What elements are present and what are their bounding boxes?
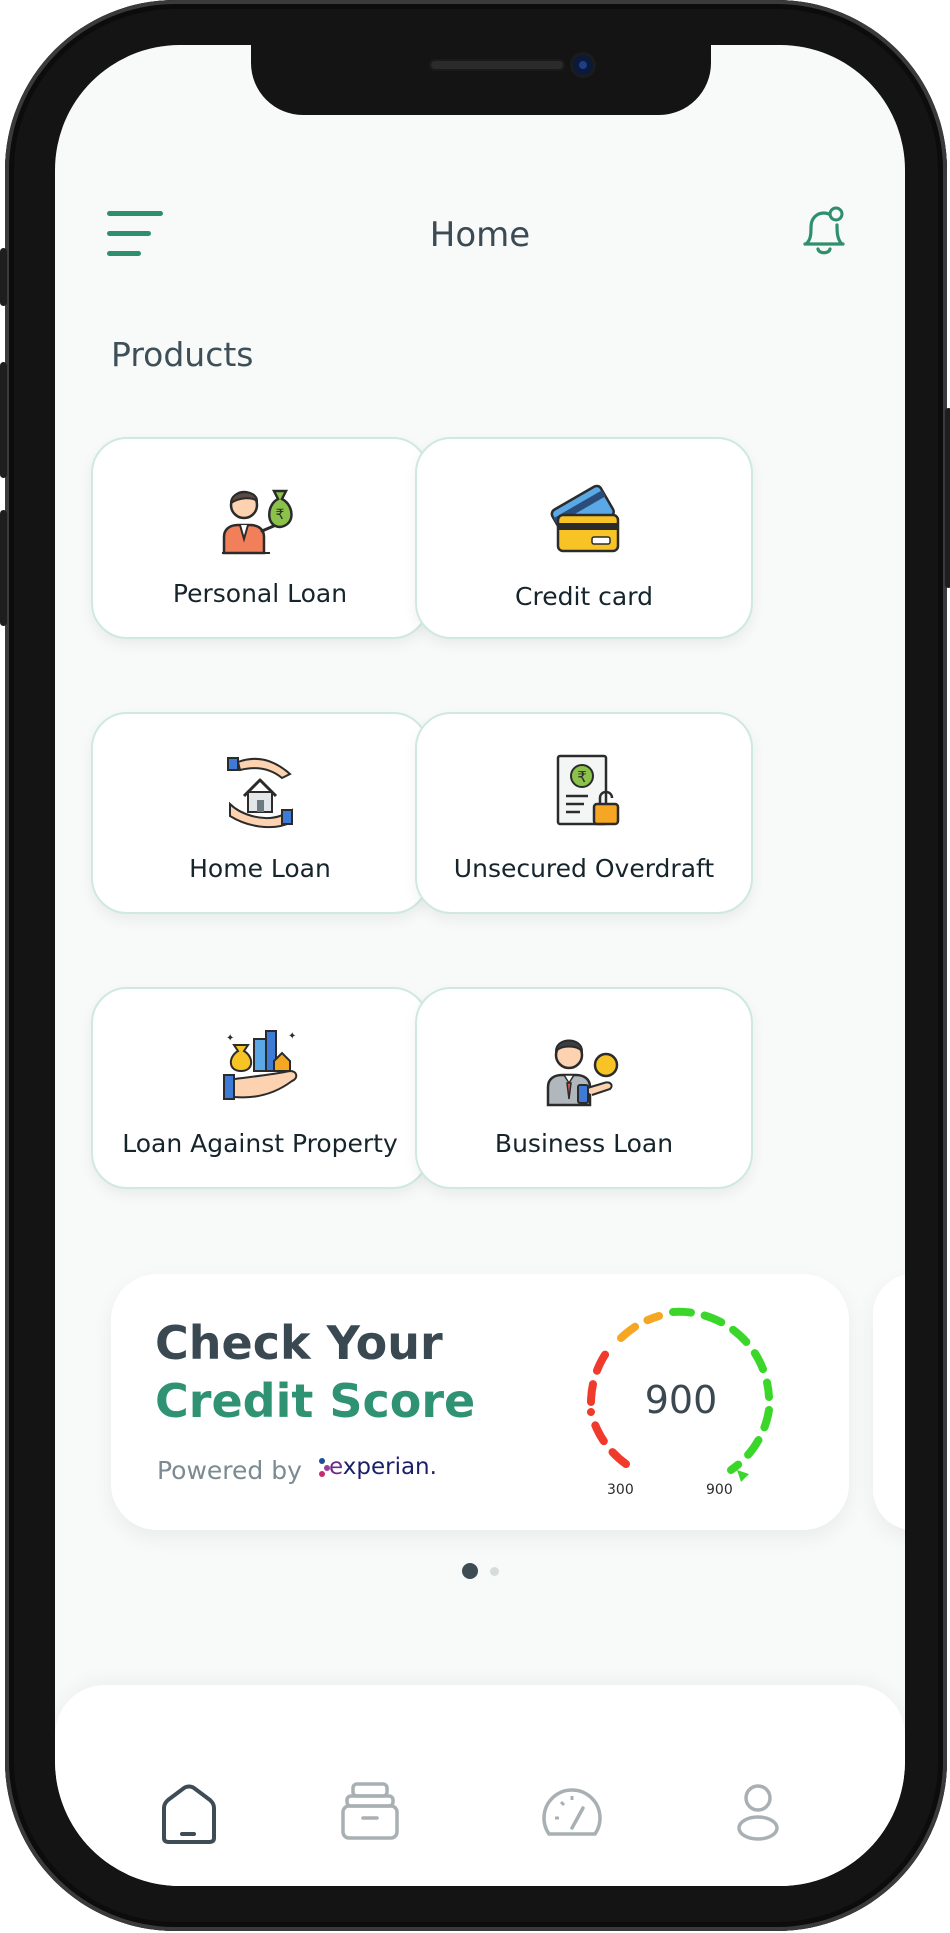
svg-text:✦: ✦ [288,1031,296,1042]
products-tray-icon [341,1782,399,1840]
overdraft-icon: ₹ [544,752,624,832]
powered-by-label: Powered by [157,1456,302,1485]
product-card-personal-loan[interactable]: ₹ Personal Loan [91,437,429,639]
home-icon [162,1784,216,1844]
product-label: Business Loan [494,1129,674,1158]
front-camera [573,55,593,75]
credit-score-title-line1: Check Your [155,1316,443,1370]
credit-score-value: 900 [644,1378,718,1422]
logo-dot [324,1464,330,1471]
product-card-loan-against-property[interactable]: ✦ ✦ Loan Against Property [91,987,429,1189]
logo-dot [319,1457,325,1464]
speedometer-icon [542,1788,602,1836]
business-loan-icon [544,1027,624,1107]
page-title: Home [429,215,531,255]
nav-profile[interactable] [723,1778,793,1848]
mute-switch [0,248,7,306]
phone-frame: Home Products ₹ Personal Loan Credit car… [0,0,950,1931]
svg-text:₹: ₹ [276,507,285,523]
profile-icon [737,1784,779,1841]
product-label: Credit card [515,582,653,611]
volume-up-button [0,362,7,478]
experian-logo: experian. [319,1454,437,1480]
carousel-indicator [55,1563,905,1579]
product-label: Personal Loan [172,579,348,608]
personal-loan-icon: ₹ [220,477,300,557]
gauge-min-label: 300 [607,1482,634,1498]
earpiece-speaker [429,59,565,71]
logo-dot [319,1470,325,1477]
credit-score-card[interactable]: Check Your Credit Score Powered by exper… [111,1274,849,1530]
product-card-unsecured-overdraft[interactable]: ₹ Unsecured Overdraft [415,712,753,914]
nav-credit-score[interactable] [537,1778,607,1848]
notch [251,45,711,115]
carousel-dot-active[interactable] [461,1563,478,1579]
product-label: Unsecured Overdraft [453,854,715,883]
product-card-home-loan[interactable]: Home Loan [91,712,429,914]
svg-text:✦: ✦ [226,1033,234,1044]
experian-logo-text: xperian. [342,1454,437,1480]
carousel-dot[interactable] [489,1566,499,1576]
credit-score-title-line2: Credit Score [155,1374,476,1428]
product-label: Home Loan [189,854,331,883]
experian-logo-initial: e [329,1454,343,1480]
home-loan-icon [220,752,300,832]
credit-score-gauge: 900 300 900 [581,1302,781,1512]
volume-down-button [0,510,7,626]
credit-card-icon [544,477,624,557]
products-section-title: Products [111,335,254,374]
power-button [945,408,950,588]
product-card-business-loan[interactable]: Business Loan [415,987,753,1189]
next-carousel-card[interactable] [873,1274,905,1530]
product-label: Loan Against Property [122,1129,398,1158]
bottom-nav [55,1685,905,1886]
product-card-credit-card[interactable]: Credit card [415,437,753,639]
svg-text:₹: ₹ [577,768,587,786]
experian-logo-dots [319,1457,330,1478]
app-screen: Home Products ₹ Personal Loan Credit car… [55,45,905,1886]
property-loan-icon: ✦ ✦ [220,1027,300,1107]
nav-home[interactable] [154,1778,224,1848]
notification-bell-icon[interactable] [799,203,849,261]
nav-products[interactable] [335,1778,405,1848]
gauge-max-label: 900 [706,1482,733,1498]
